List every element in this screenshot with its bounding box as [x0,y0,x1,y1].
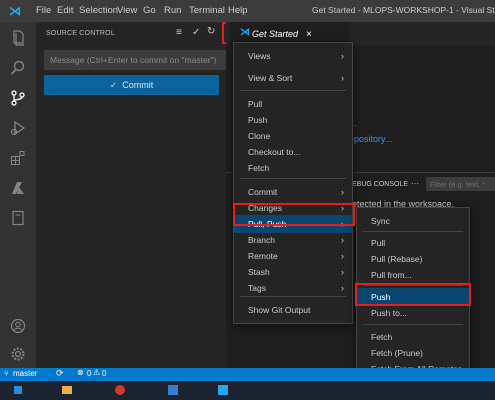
folder-icon[interactable] [62,386,72,394]
title-bar: ⋊ File Edit Selection View Go Run Termin… [0,0,495,22]
check-icon: ✓ [109,79,118,90]
chevron-right-icon: › [341,51,344,61]
commit-button[interactable]: ✓ Commit [44,75,219,95]
account-icon[interactable] [6,314,30,338]
refresh-icon[interactable]: ↻ [207,26,215,37]
menu-item-label: Commit [248,187,278,197]
menu-item-label: Show Git Output [248,305,311,315]
menu-terminal[interactable]: Terminal [189,5,225,16]
view-as-tree-icon[interactable]: ≡ [176,27,182,38]
vscode-tab-icon: ⋊ [240,27,250,38]
menu-item-label: Push [248,115,268,125]
menu-go[interactable]: Go [143,5,156,16]
menu-edit[interactable]: Edit [57,5,73,16]
menu-item-show-git-output[interactable]: Show Git Output [234,301,352,319]
vscode-task-icon[interactable] [218,385,228,395]
menu-separator [240,178,346,179]
menu-item-label: Branch [248,235,275,245]
warnings-count[interactable]: 0 [102,369,106,378]
notebook-icon[interactable] [6,206,30,230]
status-bar: ⑂ master ⟳ ⊗ 0 ⚠ 0 [0,368,495,381]
menu-item-label: Sync [371,216,390,226]
menu-item-label: View & Sort [248,73,293,83]
menu-item-label: Fetch [371,332,393,342]
vscode-logo-icon: ⋊ [9,4,21,18]
menu-run[interactable]: Run [164,5,181,16]
commit-button-label: Commit [122,80,154,90]
menu-selection[interactable]: Selection [79,5,118,16]
os-taskbar [0,381,495,400]
menu-file[interactable]: File [36,5,51,16]
menu-item-label: Stash [248,267,270,277]
menu-item-label: Remote [248,251,278,261]
menu-item-label: Pull (Rebase) [371,254,423,264]
menu-item-views[interactable]: Views › [234,47,352,65]
menu-separator [363,324,463,325]
start-icon[interactable] [14,386,22,394]
menu-help[interactable]: Help [228,5,248,16]
tab-debug-console[interactable]: EBUG CONSOLE [352,181,408,188]
extensions-icon[interactable] [6,146,30,170]
menu-item-label: Tags [248,283,266,293]
submenu-item-push-to[interactable]: Push to... [357,304,469,322]
tab-label: Get Started [252,29,299,39]
annotation-highlight-push [355,283,471,306]
menu-separator [363,231,463,232]
chevron-right-icon: › [341,73,344,83]
menu-view[interactable]: View [117,5,137,16]
chevron-right-icon: › [341,251,344,261]
commit-check-icon[interactable]: ✓ [192,27,200,38]
errors-count[interactable]: 0 [87,369,91,378]
activity-bar [0,22,36,368]
filter-input[interactable] [426,177,495,191]
branch-name[interactable]: master [13,369,37,378]
chevron-right-icon: › [341,267,344,277]
app-icon[interactable] [168,385,178,395]
annotation-highlight-pull-push [233,203,355,226]
menu-item-fetch[interactable]: Fetch [234,159,352,177]
menu-item-label: Fetch (Prune) [371,348,423,358]
menu-item-label: Fetch [248,163,270,173]
branch-icon: ⑂ [4,369,9,378]
run-debug-icon[interactable] [6,116,30,140]
search-icon[interactable] [6,56,30,80]
menu-item-label: Views [248,51,271,61]
window-title: Get Started - MLOPS-WORKSHOP-1 - Visual … [312,5,495,15]
files-icon[interactable] [6,26,30,50]
commit-message-input[interactable] [44,50,231,70]
source-control-header: SOURCE CONTROL ≡ ✓ ↻ [36,22,226,46]
gear-icon[interactable] [6,342,30,366]
panel-more-icon[interactable]: ··· [411,179,419,188]
source-control-title: SOURCE CONTROL [46,30,115,37]
menu-item-view-sort[interactable]: View & Sort › [234,69,352,87]
source-control-panel: SOURCE CONTROL ≡ ✓ ↻ ✓ Commit [36,22,231,368]
menu-item-label: Push to... [371,308,407,318]
close-icon[interactable]: × [306,29,312,40]
errors-icon: ⊗ [77,368,84,377]
warnings-icon: ⚠ [93,368,101,377]
menu-item-label: Checkout to... [248,147,301,157]
chevron-right-icon: › [341,187,344,197]
menu-item-label: Clone [248,131,271,141]
menu-item-label: Pull from... [371,270,412,280]
submenu-item-pull-from[interactable]: Pull from... [357,266,469,284]
chevron-right-icon: › [341,283,344,293]
azure-icon[interactable] [6,176,30,200]
chrome-icon[interactable] [115,385,125,395]
open-repository-link[interactable]: epository... [349,134,392,144]
source-control-icon[interactable] [6,86,30,110]
submenu-item-sync[interactable]: Sync [357,212,469,230]
menu-item-label: Pull [248,99,263,109]
more-actions-menu: Views › View & Sort › Pull Push Clone Checkout … [233,42,353,324]
menu-separator [240,90,346,91]
sync-icon[interactable]: ⟳ [56,368,64,379]
chevron-right-icon: › [341,235,344,245]
menu-item-tags[interactable]: Tags › [234,279,352,297]
menu-item-label: Pull [371,238,386,248]
